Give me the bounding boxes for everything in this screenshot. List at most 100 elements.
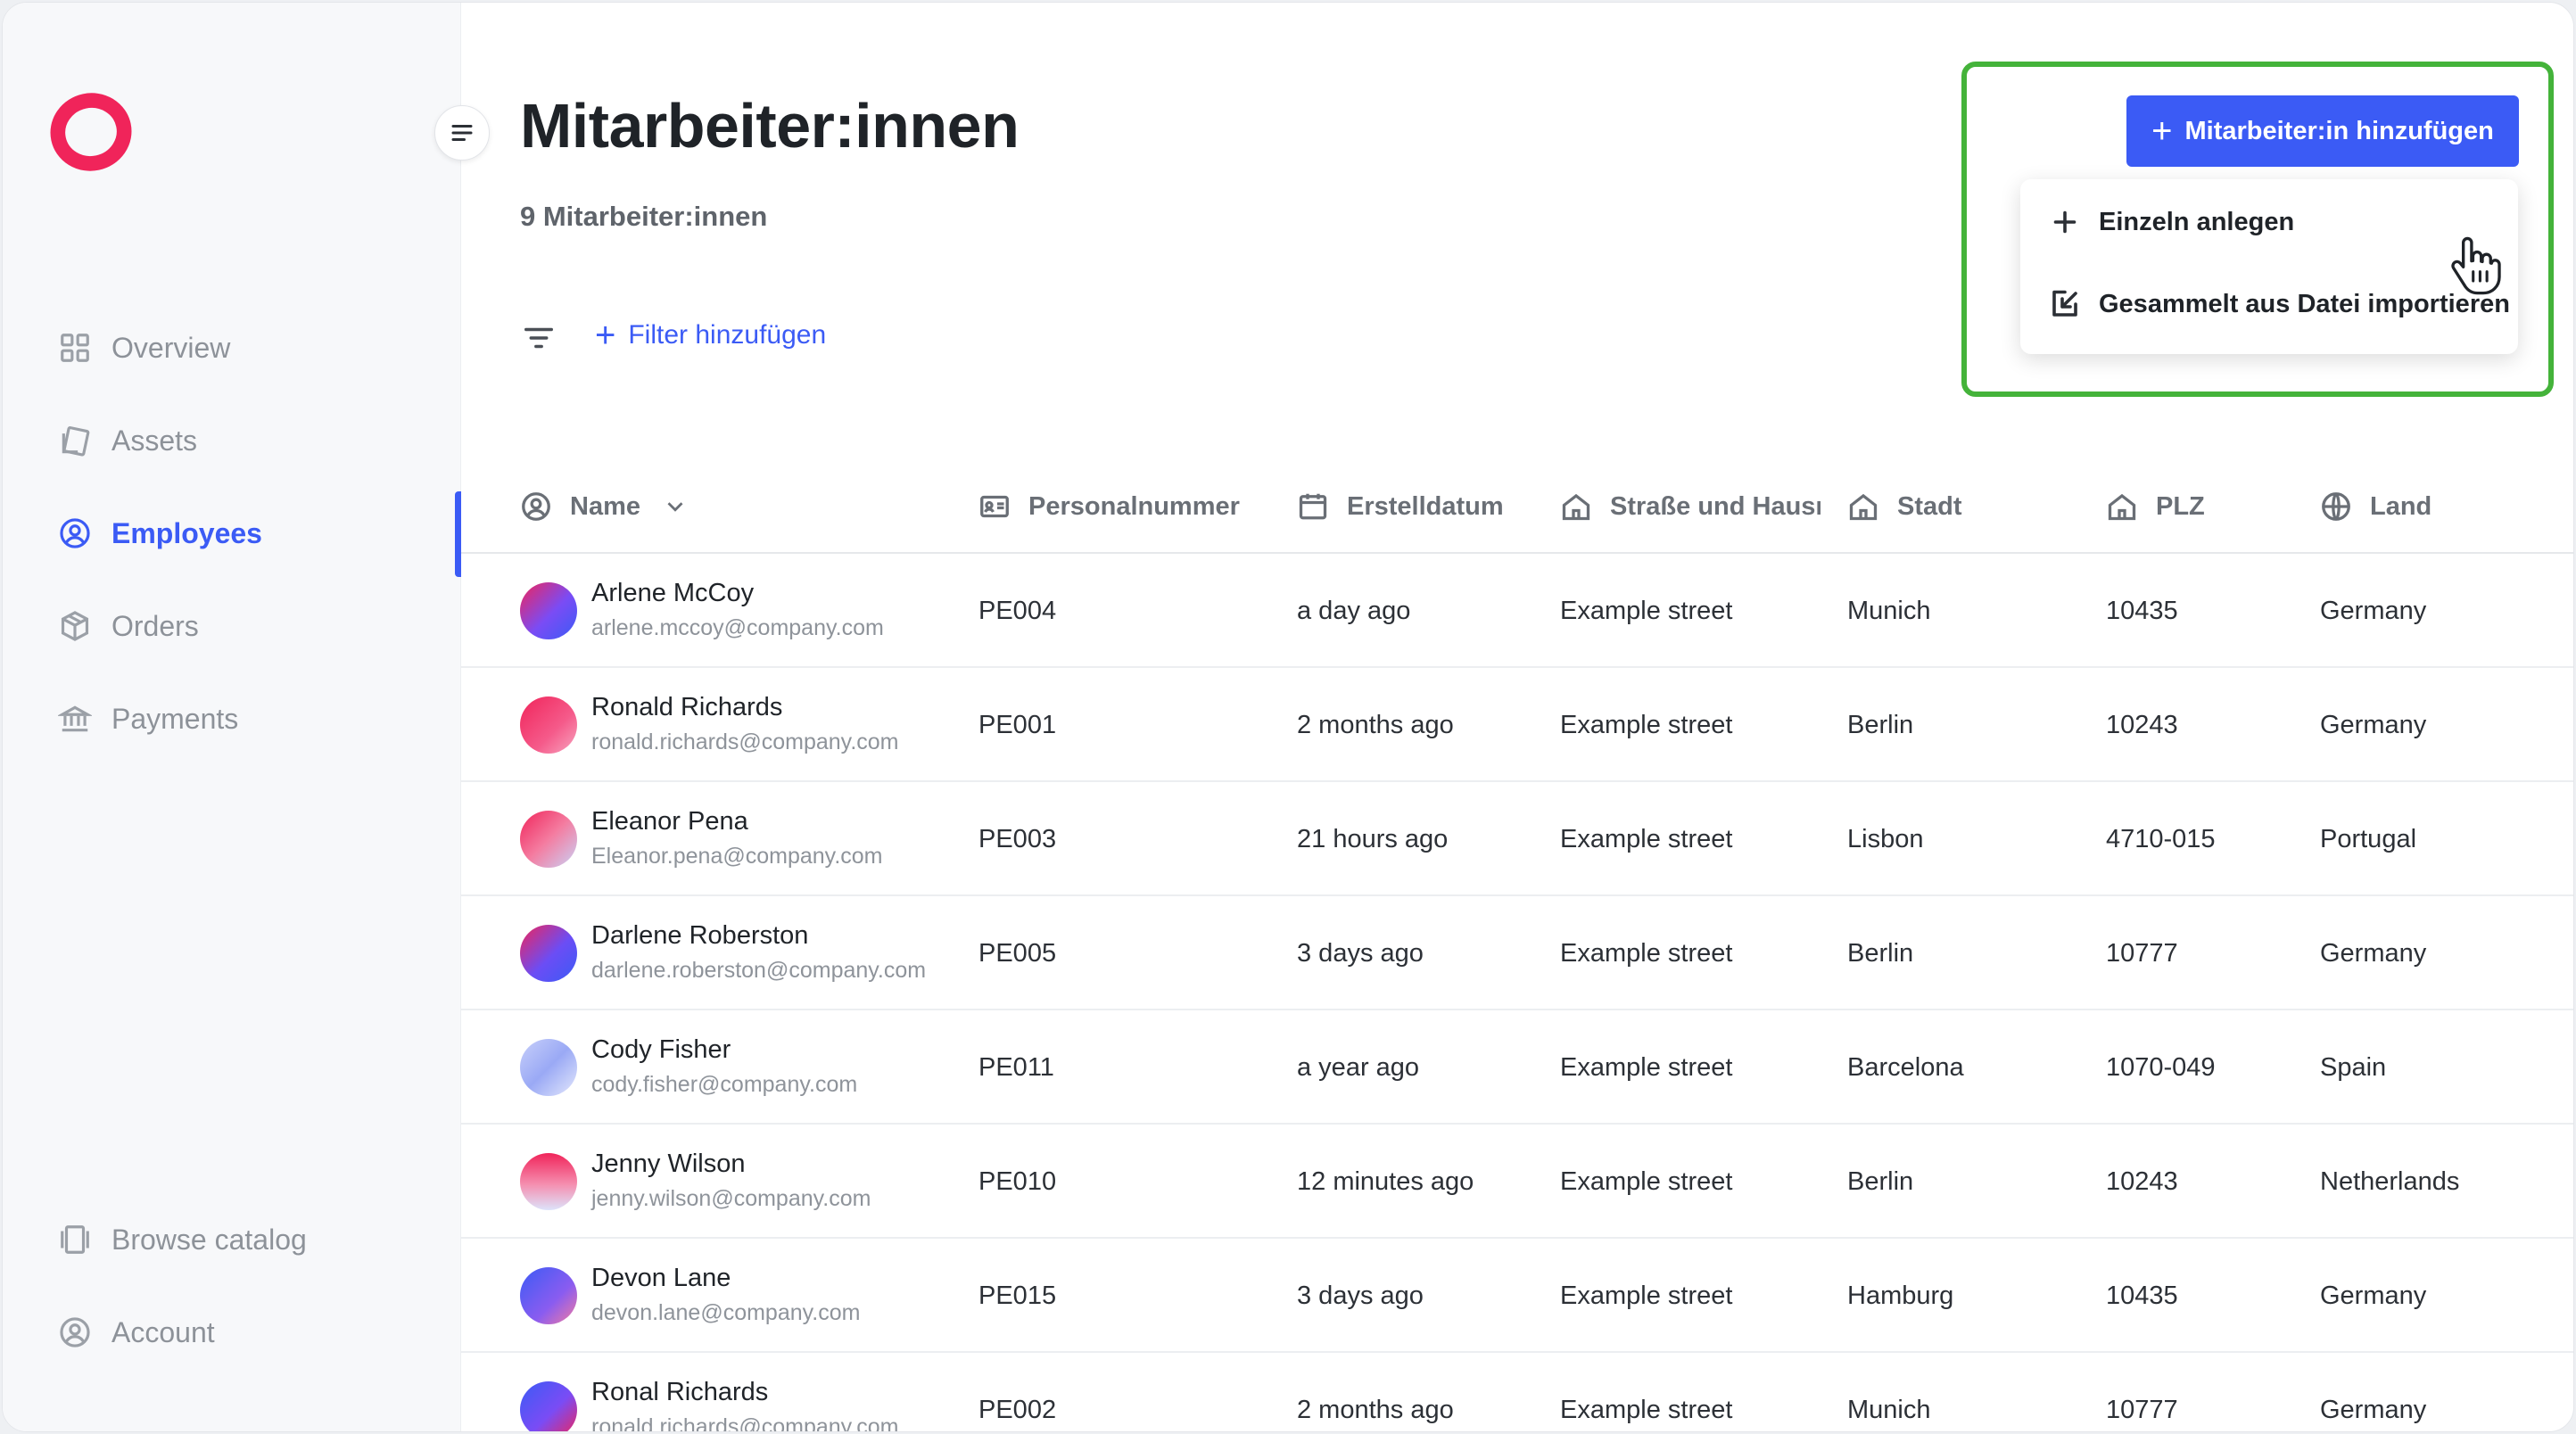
add-employee-dropdown: Einzeln anlegen Gesammelt aus Datei impo… [2020, 179, 2518, 354]
avatar [520, 1039, 577, 1096]
column-label: Erstelldatum [1347, 491, 1504, 521]
table-row[interactable]: Ronald Richards ronald.richards@company.c… [461, 668, 2573, 782]
cell-strasse: Example street [1560, 1166, 1733, 1196]
plus-icon: + [595, 316, 616, 355]
employee-name: Devon Lane [591, 1264, 731, 1292]
sidebar-item-account[interactable]: Account [58, 1306, 215, 1359]
sidebar-item-label: Assets [111, 424, 198, 457]
page-title: Mitarbeiter:innen [520, 91, 1020, 161]
add-employee-label: Mitarbeiter:in hinzufügen [2184, 116, 2494, 145]
cell-land: Germany [2320, 1395, 2427, 1424]
cell-land: Spain [2320, 1052, 2387, 1082]
menu-icon [451, 125, 473, 141]
cell-plz: 10243 [2106, 710, 2178, 739]
add-filter-label: Filter hinzufügen [628, 320, 827, 350]
employee-name-block: Arlene McCoy arlene.mccoy@company.com [591, 579, 884, 641]
employee-name: Ronald Richards [591, 693, 783, 721]
employee-email: jenny.wilson@company.com [591, 1186, 871, 1211]
avatar [520, 1381, 577, 1431]
cell-personalnummer: PE011 [978, 1052, 1054, 1082]
cell-stadt: Hamburg [1847, 1281, 1954, 1310]
plus-icon [2053, 210, 2076, 234]
avatar [520, 1153, 577, 1210]
cell-stadt: Berlin [1847, 1166, 1914, 1196]
employee-name: Darlene Roberston [591, 921, 809, 950]
sidebar-item-overview[interactable]: Overview [58, 321, 230, 375]
sidebar-item-label: Payments [111, 702, 239, 735]
menu-item-einzeln-anlegen[interactable]: Einzeln anlegen [2049, 206, 2294, 238]
assets-icon [62, 426, 90, 457]
column-header-plz[interactable]: PLZ [2106, 459, 2205, 554]
table-row[interactable]: Arlene McCoy arlene.mccoy@company.com PE00… [461, 554, 2573, 668]
sidebar-item-label: Browse catalog [111, 1223, 307, 1256]
cell-stadt: Barcelona [1847, 1052, 1964, 1082]
column-label: Personalnummer [1028, 491, 1240, 521]
catalog-icon [61, 1225, 89, 1254]
employee-email: ronald.richards@company.com [591, 1414, 899, 1432]
employee-name-block: Eleanor Pena Eleanor.pena@company.com [591, 807, 883, 869]
cell-erstelldatum: a day ago [1297, 596, 1411, 625]
cell-stadt: Lisbon [1847, 824, 1924, 853]
table-row[interactable]: Ronal Richards ronald.richards@company.co… [461, 1353, 2573, 1432]
cell-plz: 10777 [2106, 1395, 2178, 1424]
cell-plz: 1070-049 [2106, 1052, 2216, 1082]
sidebar-item-employees[interactable]: Employees [58, 507, 262, 560]
cell-plz: 10435 [2106, 1281, 2178, 1310]
chevron-down-icon[interactable] [662, 493, 689, 520]
employee-name: Jenny Wilson [591, 1150, 746, 1178]
column-header-land[interactable]: Land [2320, 459, 2432, 554]
user-circle-icon [60, 1317, 90, 1347]
cell-personalnummer: PE002 [978, 1395, 1057, 1424]
employee-name: Eleanor Pena [591, 807, 748, 836]
sidebar-toggle-button[interactable] [434, 105, 490, 161]
user-circle-icon [522, 492, 550, 521]
cell-strasse: Example street [1560, 596, 1733, 625]
sidebar-item-assets[interactable]: Assets [58, 414, 197, 467]
employee-name-block: Devon Lane devon.lane@company.com [591, 1264, 860, 1326]
cell-personalnummer: PE010 [978, 1166, 1057, 1196]
globe-icon [2322, 492, 2350, 521]
employee-name-block: Ronal Richards ronald.richards@company.co… [591, 1378, 899, 1432]
avatar [520, 582, 577, 639]
column-header-stadt[interactable]: Stadt [1847, 459, 1962, 554]
table-row[interactable]: Cody Fisher cody.fisher@company.com PE011 a… [461, 1010, 2573, 1125]
employee-count: 9 Mitarbeiter:innen [520, 201, 768, 232]
employee-email: cody.fisher@company.com [591, 1072, 858, 1097]
table-row[interactable]: Eleanor Pena Eleanor.pena@company.com PE00… [461, 782, 2573, 896]
column-label: Name [570, 491, 640, 521]
sidebar-item-label: Account [111, 1315, 215, 1348]
cell-personalnummer: PE004 [978, 596, 1057, 625]
employee-email: devon.lane@company.com [591, 1300, 861, 1325]
cell-erstelldatum: 3 days ago [1297, 1281, 1424, 1310]
employee-email: darlene.roberston@company.com [591, 958, 927, 983]
grid-icon [61, 334, 89, 362]
column-header-erstelldatum[interactable]: Erstelldatum [1297, 459, 1504, 554]
table-row[interactable]: Devon Lane devon.lane@company.com PE015 3 d… [461, 1239, 2573, 1353]
home-icon [2108, 493, 2136, 521]
column-header-personalnummer[interactable]: Personalnummer [978, 459, 1240, 554]
menu-item-label: Einzeln anlegen [2099, 207, 2295, 236]
cell-erstelldatum: a year ago [1297, 1052, 1420, 1082]
cell-plz: 10435 [2106, 596, 2178, 625]
sidebar-item-orders[interactable]: Orders [58, 599, 199, 653]
employee-name: Cody Fisher [591, 1035, 731, 1064]
menu-item-import[interactable]: Gesammelt aus Datei importieren [2049, 288, 2510, 320]
add-filter-button[interactable]: + Filter hinzufügen [595, 316, 827, 355]
table-row[interactable]: Darlene Roberston darlene.roberston@compa… [461, 896, 2573, 1010]
sidebar-item-browse-catalog[interactable]: Browse catalog [58, 1213, 307, 1266]
cell-plz: 10243 [2106, 1166, 2178, 1196]
bank-icon [58, 705, 92, 732]
cell-stadt: Berlin [1847, 710, 1914, 739]
column-header-name[interactable]: Name [520, 459, 689, 554]
sidebar-item-payments[interactable]: Payments [58, 692, 238, 746]
add-employee-button[interactable]: + Mitarbeiter:in hinzufügen [2126, 95, 2519, 167]
employee-name-block: Jenny Wilson jenny.wilson@company.com [591, 1150, 871, 1212]
column-label: Land [2370, 491, 2432, 521]
table-row[interactable]: Jenny Wilson jenny.wilson@company.com PE01… [461, 1125, 2573, 1239]
column-header-strasse[interactable]: Straße und Hausı [1560, 459, 1821, 554]
table-header: Name Personalnummer Erstelldatum Straße … [461, 459, 2573, 554]
cell-land: Germany [2320, 596, 2427, 625]
avatar [520, 925, 577, 982]
calendar-icon [1299, 493, 1327, 520]
filter-icon[interactable] [522, 321, 556, 355]
